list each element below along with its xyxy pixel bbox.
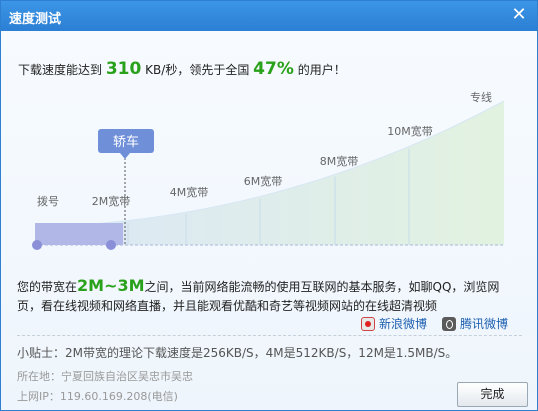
marker-label: 轿车 xyxy=(113,134,139,150)
tencent-weibo-label: 腾讯微博 xyxy=(460,317,509,331)
marker-pointer xyxy=(120,153,130,159)
scale-start-knob xyxy=(32,240,42,250)
tier-label: 10M宽带 xyxy=(387,124,433,138)
divider xyxy=(17,335,522,336)
tier-label: 6M宽带 xyxy=(244,174,283,188)
tier-label: 2M宽带 xyxy=(92,194,131,208)
ip-text: 上网IP：119.60.169.208(电信) xyxy=(17,390,178,403)
share-tencent-weibo[interactable]: 腾讯微博 xyxy=(442,315,508,332)
location-text: 所在地：宁夏回族自治区吴忠市吴忠 xyxy=(17,370,193,383)
tip-text: 小贴士：2M带宽的理论下载速度是256KB/S，4M是512KB/S，12M是1… xyxy=(17,346,458,360)
bandwidth-description: 您的带宽在2M~3M之间，当前网络能流畅的使用互联网的基本服务，如聊QQ，浏览网… xyxy=(17,276,522,316)
title-bar[interactable]: 速度测试 ✕ xyxy=(1,1,537,31)
window-title: 速度测试 xyxy=(9,12,62,27)
close-icon[interactable]: ✕ xyxy=(509,5,529,25)
bandwidth-scale: 轿车 拨号 2M宽带 4M宽带 6M宽带 8M宽带 10M宽带 专线 xyxy=(32,90,505,250)
speed-test-window: 速度测试 ✕ 下载速度能达到 310 KB/秒，领先于全国 47% 的用户！ 轿… xyxy=(0,0,538,411)
tier-label: 专线 xyxy=(470,90,492,104)
weibo-label: 新浪微博 xyxy=(379,317,428,331)
done-button[interactable]: 完成 xyxy=(457,382,528,407)
tencent-weibo-icon xyxy=(442,316,456,331)
bandwidth-range: 2M~3M xyxy=(77,276,145,295)
current-speed-knob[interactable] xyxy=(106,240,116,250)
tier-label: 4M宽带 xyxy=(170,185,209,199)
tier-label: 拨号 xyxy=(37,194,59,208)
desc-prefix: 您的带宽在 xyxy=(17,280,78,294)
share-sina-weibo[interactable]: 新浪微博 xyxy=(361,315,427,332)
weibo-icon xyxy=(361,316,375,331)
content-area: 下载速度能达到 310 KB/秒，领先于全国 47% 的用户！ 轿车 拨号 2M… xyxy=(1,31,537,410)
tier-label: 8M宽带 xyxy=(320,154,359,168)
